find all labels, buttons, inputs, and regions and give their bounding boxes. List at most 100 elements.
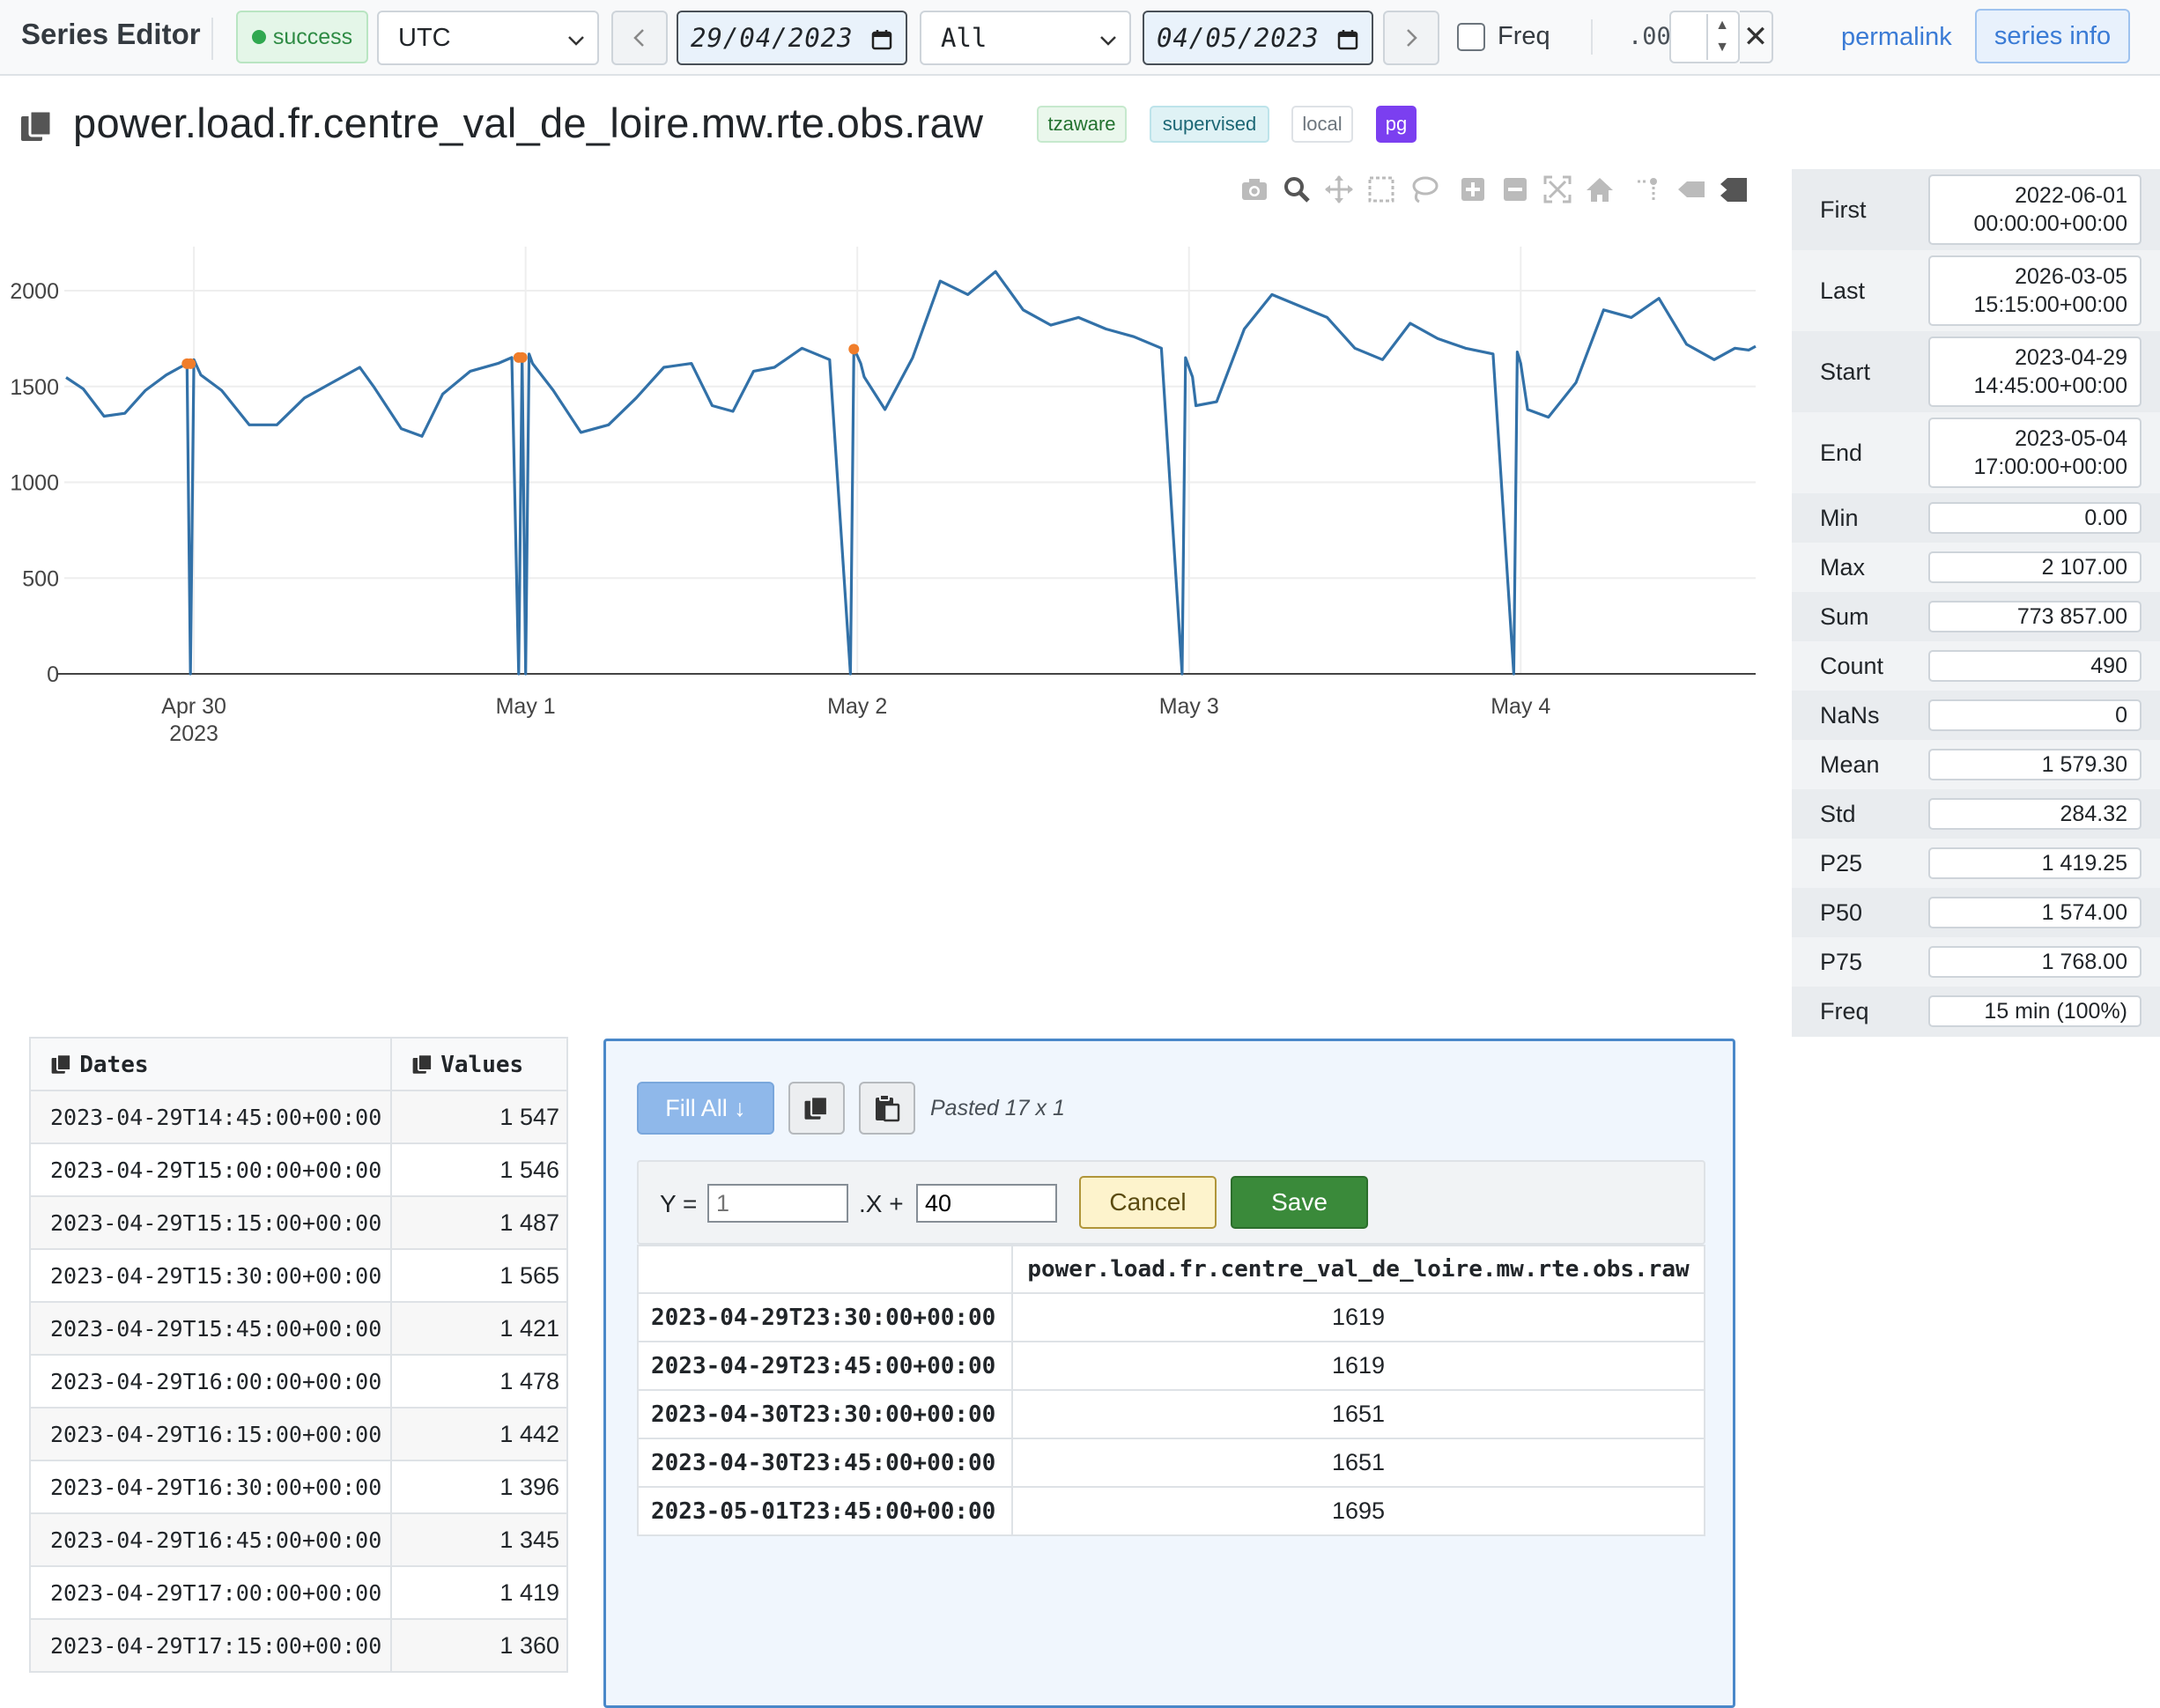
series-name: power.load.fr.centre_val_de_loire.mw.rte… (73, 100, 984, 146)
values-column-header[interactable]: Values (390, 1037, 568, 1091)
stat-value: 2026-03-05 15:15:00+00:00 (1928, 255, 2142, 326)
zoom-in-icon[interactable] (1456, 173, 1490, 206)
divider (211, 18, 213, 60)
clear-decimals-button[interactable]: ✕ (1740, 11, 1773, 63)
pasted-value-cell[interactable]: 1651 (1011, 1438, 1705, 1488)
date-cell: 2023-04-29T14:45:00+00:00 (29, 1090, 392, 1144)
from-date-input[interactable]: 29/04/2023 (677, 11, 907, 65)
date-cell: 2023-04-29T16:00:00+00:00 (29, 1354, 392, 1409)
previous-range-button[interactable] (611, 11, 668, 65)
decimals-spinner[interactable]: ▲ ▼ (1669, 11, 1740, 63)
calendar-icon[interactable] (870, 28, 893, 51)
stat-label: Last (1820, 277, 1866, 304)
pasted-date-cell: 2023-04-29T23:30:00+00:00 (637, 1292, 1013, 1342)
highlight-point[interactable] (848, 344, 860, 355)
stat-label: Freq (1820, 997, 1869, 1024)
stat-value: 284.32 (1928, 798, 2142, 830)
value-cell[interactable]: 1 419 (390, 1565, 568, 1620)
y-tick-label: 500 (22, 566, 59, 591)
slope-input[interactable] (707, 1184, 848, 1223)
value-cell[interactable]: 1 487 (390, 1195, 568, 1250)
copy-button[interactable] (788, 1082, 845, 1135)
paste-panel: Fill All ↓ Pasted 17 x 1 Y = .X + Cancel… (603, 1039, 1735, 1708)
chevron-down-icon (568, 36, 584, 46)
pasted-value-cell[interactable]: 1651 (1011, 1389, 1705, 1439)
box-select-icon[interactable] (1365, 173, 1398, 206)
copy-icon[interactable] (50, 1053, 73, 1075)
plot-modebar (1238, 173, 1750, 208)
stat-row-max: Max 2 107.00 (1792, 543, 2160, 592)
next-range-button[interactable] (1383, 11, 1439, 65)
date-cell: 2023-04-29T16:15:00+00:00 (29, 1407, 392, 1461)
series-line[interactable] (65, 270, 1757, 676)
timezone-select[interactable]: UTC (377, 11, 599, 65)
save-button[interactable]: Save (1231, 1176, 1368, 1229)
lasso-select-icon[interactable] (1407, 173, 1440, 206)
to-date-input[interactable]: 04/05/2023 (1143, 11, 1373, 65)
mode-select[interactable]: All (920, 11, 1131, 65)
from-date-value: 29/04/2023 (691, 23, 854, 53)
stat-value: 1 579.30 (1928, 749, 2142, 780)
pasted-value-cell[interactable]: 1619 (1011, 1292, 1705, 1342)
stat-label: P50 (1820, 898, 1863, 926)
hover-closest-icon[interactable] (1675, 173, 1708, 206)
chevron-left-icon (633, 29, 644, 47)
decimals-label: .00 (1628, 23, 1671, 50)
close-icon: ✕ (1742, 20, 1769, 54)
stat-value: 1 419.25 (1928, 847, 2142, 879)
highlight-point[interactable] (185, 358, 196, 369)
fill-all-button[interactable]: Fill All ↓ (637, 1082, 774, 1135)
x-tick-label: May 1 (496, 694, 556, 719)
paste-button[interactable] (859, 1082, 915, 1135)
pasted-value-cell[interactable]: 1695 (1011, 1486, 1705, 1536)
dates-column-header[interactable]: Dates (29, 1037, 392, 1091)
pasted-date-cell: 2023-04-30T23:30:00+00:00 (637, 1389, 1013, 1439)
pasted-value-cell[interactable]: 1619 (1011, 1341, 1705, 1391)
hover-compare-icon[interactable] (1717, 173, 1750, 206)
value-cell[interactable]: 1 421 (390, 1301, 568, 1356)
calendar-icon[interactable] (1336, 28, 1359, 51)
stat-label: NaNs (1820, 701, 1880, 728)
spike-lines-icon[interactable] (1632, 173, 1666, 206)
highlight-point[interactable] (516, 351, 528, 363)
copy-icon[interactable] (19, 109, 55, 143)
cancel-button[interactable]: Cancel (1079, 1176, 1217, 1229)
copy-icon[interactable] (411, 1053, 434, 1075)
stat-value: 1 768.00 (1928, 946, 2142, 978)
stat-row-p25: P25 1 419.25 (1792, 839, 2160, 888)
date-column-header (637, 1245, 1013, 1294)
paste-icon (876, 1094, 900, 1122)
home-icon[interactable] (1583, 173, 1616, 206)
value-cell[interactable]: 1 345 (390, 1512, 568, 1567)
value-cell[interactable]: 1 396 (390, 1460, 568, 1514)
autoscale-icon[interactable] (1541, 173, 1574, 206)
status-badge: success (236, 11, 368, 63)
value-cell[interactable]: 1 478 (390, 1354, 568, 1409)
offset-input[interactable] (916, 1184, 1057, 1223)
zoom-icon[interactable] (1280, 173, 1313, 206)
freq-checkbox[interactable] (1457, 23, 1485, 51)
value-cell[interactable]: 1 547 (390, 1090, 568, 1144)
timeseries-chart[interactable]: 0 500 1000 1500 2000 Apr 302023 May 1 May 2 May … (0, 169, 1788, 1037)
y-tick-label: 2000 (10, 279, 59, 304)
value-cell[interactable]: 1 565 (390, 1248, 568, 1303)
top-toolbar: Series Editor success UTC 29/04/2023 All… (0, 0, 2160, 76)
table-row: 2023-04-29T15:45:00+00:00 1 421 (29, 1301, 568, 1356)
pasted-date-cell: 2023-04-29T23:45:00+00:00 (637, 1341, 1013, 1391)
date-cell: 2023-04-29T15:00:00+00:00 (29, 1142, 392, 1197)
pan-icon[interactable] (1322, 173, 1356, 206)
date-cell: 2023-04-29T15:15:00+00:00 (29, 1195, 392, 1250)
permalink-link[interactable]: permalink (1841, 23, 1952, 52)
stats-panel: First 2022-06-01 00:00:00+00:00 Last 2026-0… (1792, 169, 2160, 1037)
tag-pg: pg (1376, 106, 1417, 143)
camera-icon[interactable] (1238, 173, 1271, 206)
pasted-values-table: power.load.fr.centre_val_de_loire.mw.rte… (637, 1245, 1705, 1536)
stat-row-last: Last 2026-03-05 15:15:00+00:00 (1792, 250, 2160, 331)
value-cell[interactable]: 1 442 (390, 1407, 568, 1461)
table-row: 2023-04-29T16:15:00+00:00 1 442 (29, 1407, 568, 1461)
value-cell[interactable]: 1 546 (390, 1142, 568, 1197)
spinner-arrows-icon[interactable]: ▲ ▼ (1706, 14, 1736, 60)
zoom-out-icon[interactable] (1498, 173, 1532, 206)
series-info-button[interactable]: series info (1975, 9, 2130, 63)
value-cell[interactable]: 1 360 (390, 1618, 568, 1673)
